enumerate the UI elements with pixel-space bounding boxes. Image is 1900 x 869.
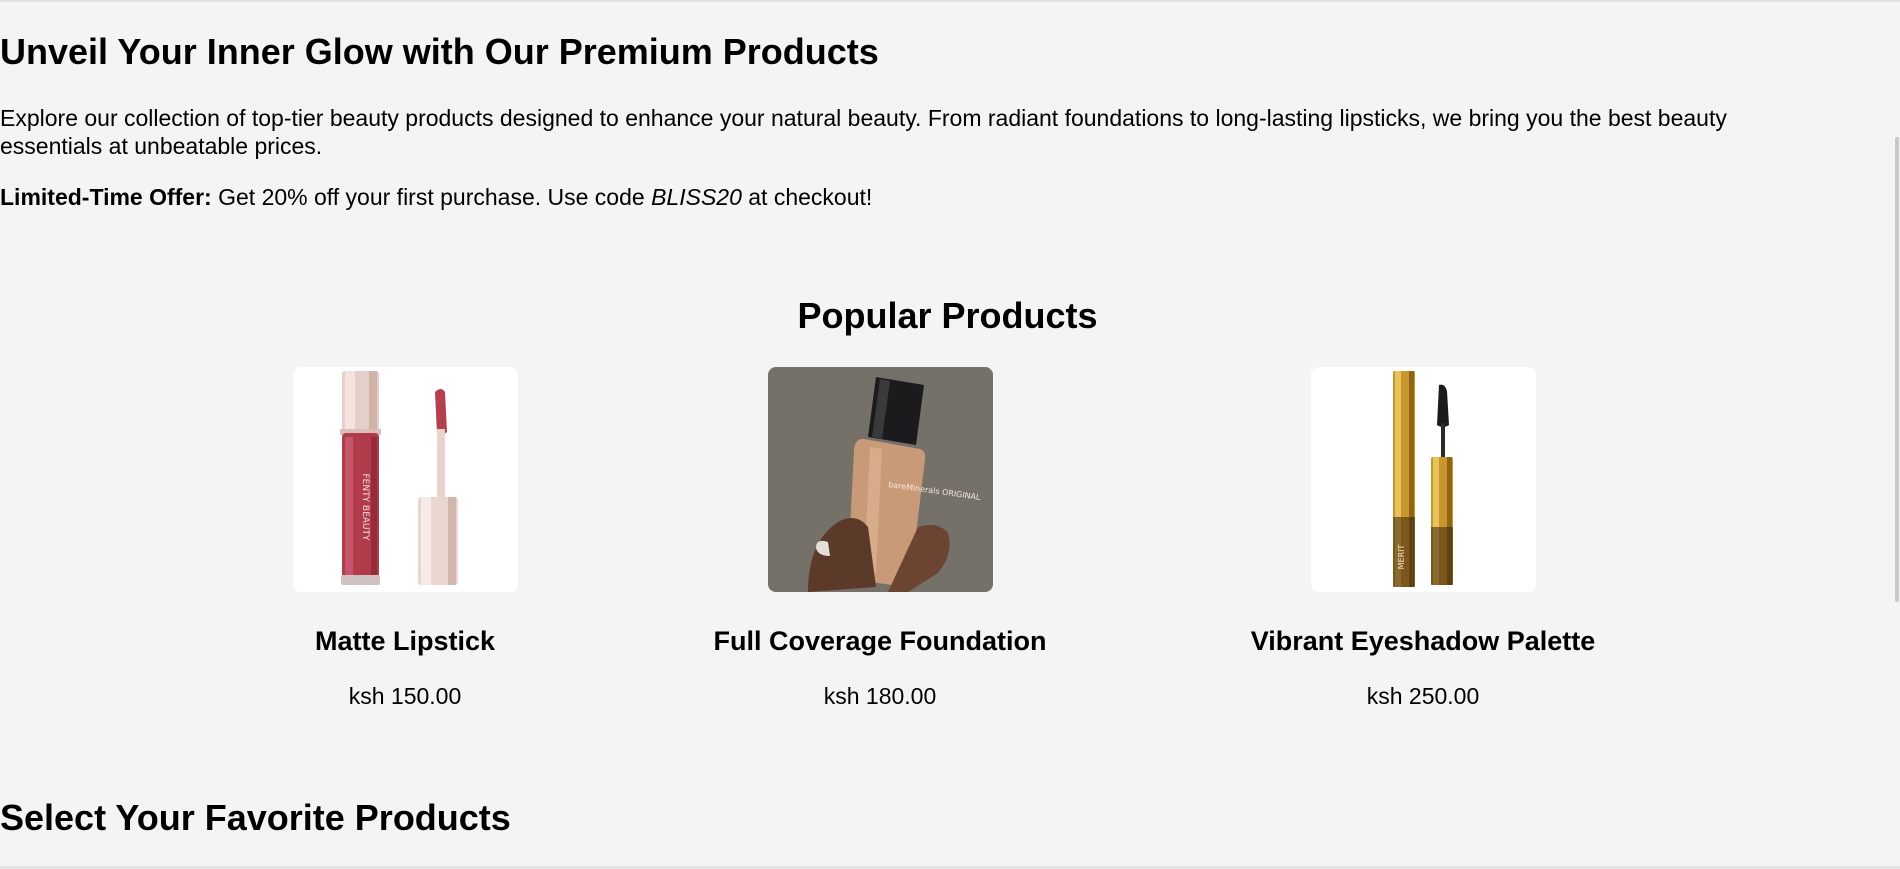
lip-gloss-image: FENTY BEAUTY bbox=[292, 367, 518, 592]
product-price: ksh 180.00 bbox=[823, 683, 937, 709]
product-image[interactable]: bareMinerals ORIGINAL bbox=[767, 367, 993, 592]
hero-description: Explore our collection of top-tier beaut… bbox=[0, 105, 1727, 159]
product-brand-text: MERIT bbox=[1397, 545, 1406, 570]
page: Unveil Your Inner Glow with Our Premium … bbox=[0, 0, 1900, 869]
product-image[interactable]: MERIT bbox=[1310, 367, 1536, 592]
product-price: ksh 250.00 bbox=[1366, 683, 1480, 709]
product-name: Full Coverage Foundation bbox=[713, 626, 1047, 656]
scrollbar[interactable] bbox=[1894, 2, 1900, 869]
offer-text-before: Get 20% off your first purchase. Use cod… bbox=[211, 184, 652, 210]
product-price: ksh 150.00 bbox=[348, 683, 462, 709]
mascara-image: MERIT bbox=[1310, 367, 1536, 592]
product-name: Vibrant Eyeshadow Palette bbox=[1250, 626, 1596, 656]
product-card-vibrant-eyeshadow-palette[interactable]: MERIT Vibrant Eyeshadow Palette ksh 250.… bbox=[1223, 367, 1623, 710]
product-image[interactable]: FENTY BEAUTY bbox=[292, 367, 518, 592]
select-products-title: Select Your Favorite Products bbox=[0, 797, 511, 838]
offer-text-after: at checkout! bbox=[741, 184, 873, 210]
scrollbar-thumb[interactable] bbox=[1895, 137, 1899, 602]
offer-banner: Limited-Time Offer: Get 20% off your fir… bbox=[0, 183, 872, 211]
product-card-full-coverage-foundation[interactable]: bareMinerals ORIGINAL Full Coverage Foun… bbox=[680, 367, 1080, 710]
offer-label: Limited-Time Offer: bbox=[0, 184, 212, 210]
offer-code: BLISS20 bbox=[651, 184, 742, 210]
foundation-bottle-image: bareMinerals ORIGINAL bbox=[767, 367, 993, 592]
product-name: Matte Lipstick bbox=[314, 626, 496, 656]
product-brand-text: FENTY BEAUTY bbox=[360, 473, 370, 541]
hero-title: Unveil Your Inner Glow with Our Premium … bbox=[0, 31, 879, 72]
product-card-matte-lipstick[interactable]: FENTY BEAUTY Matte Lipstick ksh 150.00 bbox=[205, 367, 605, 710]
popular-products-title: Popular Products bbox=[797, 295, 1098, 336]
